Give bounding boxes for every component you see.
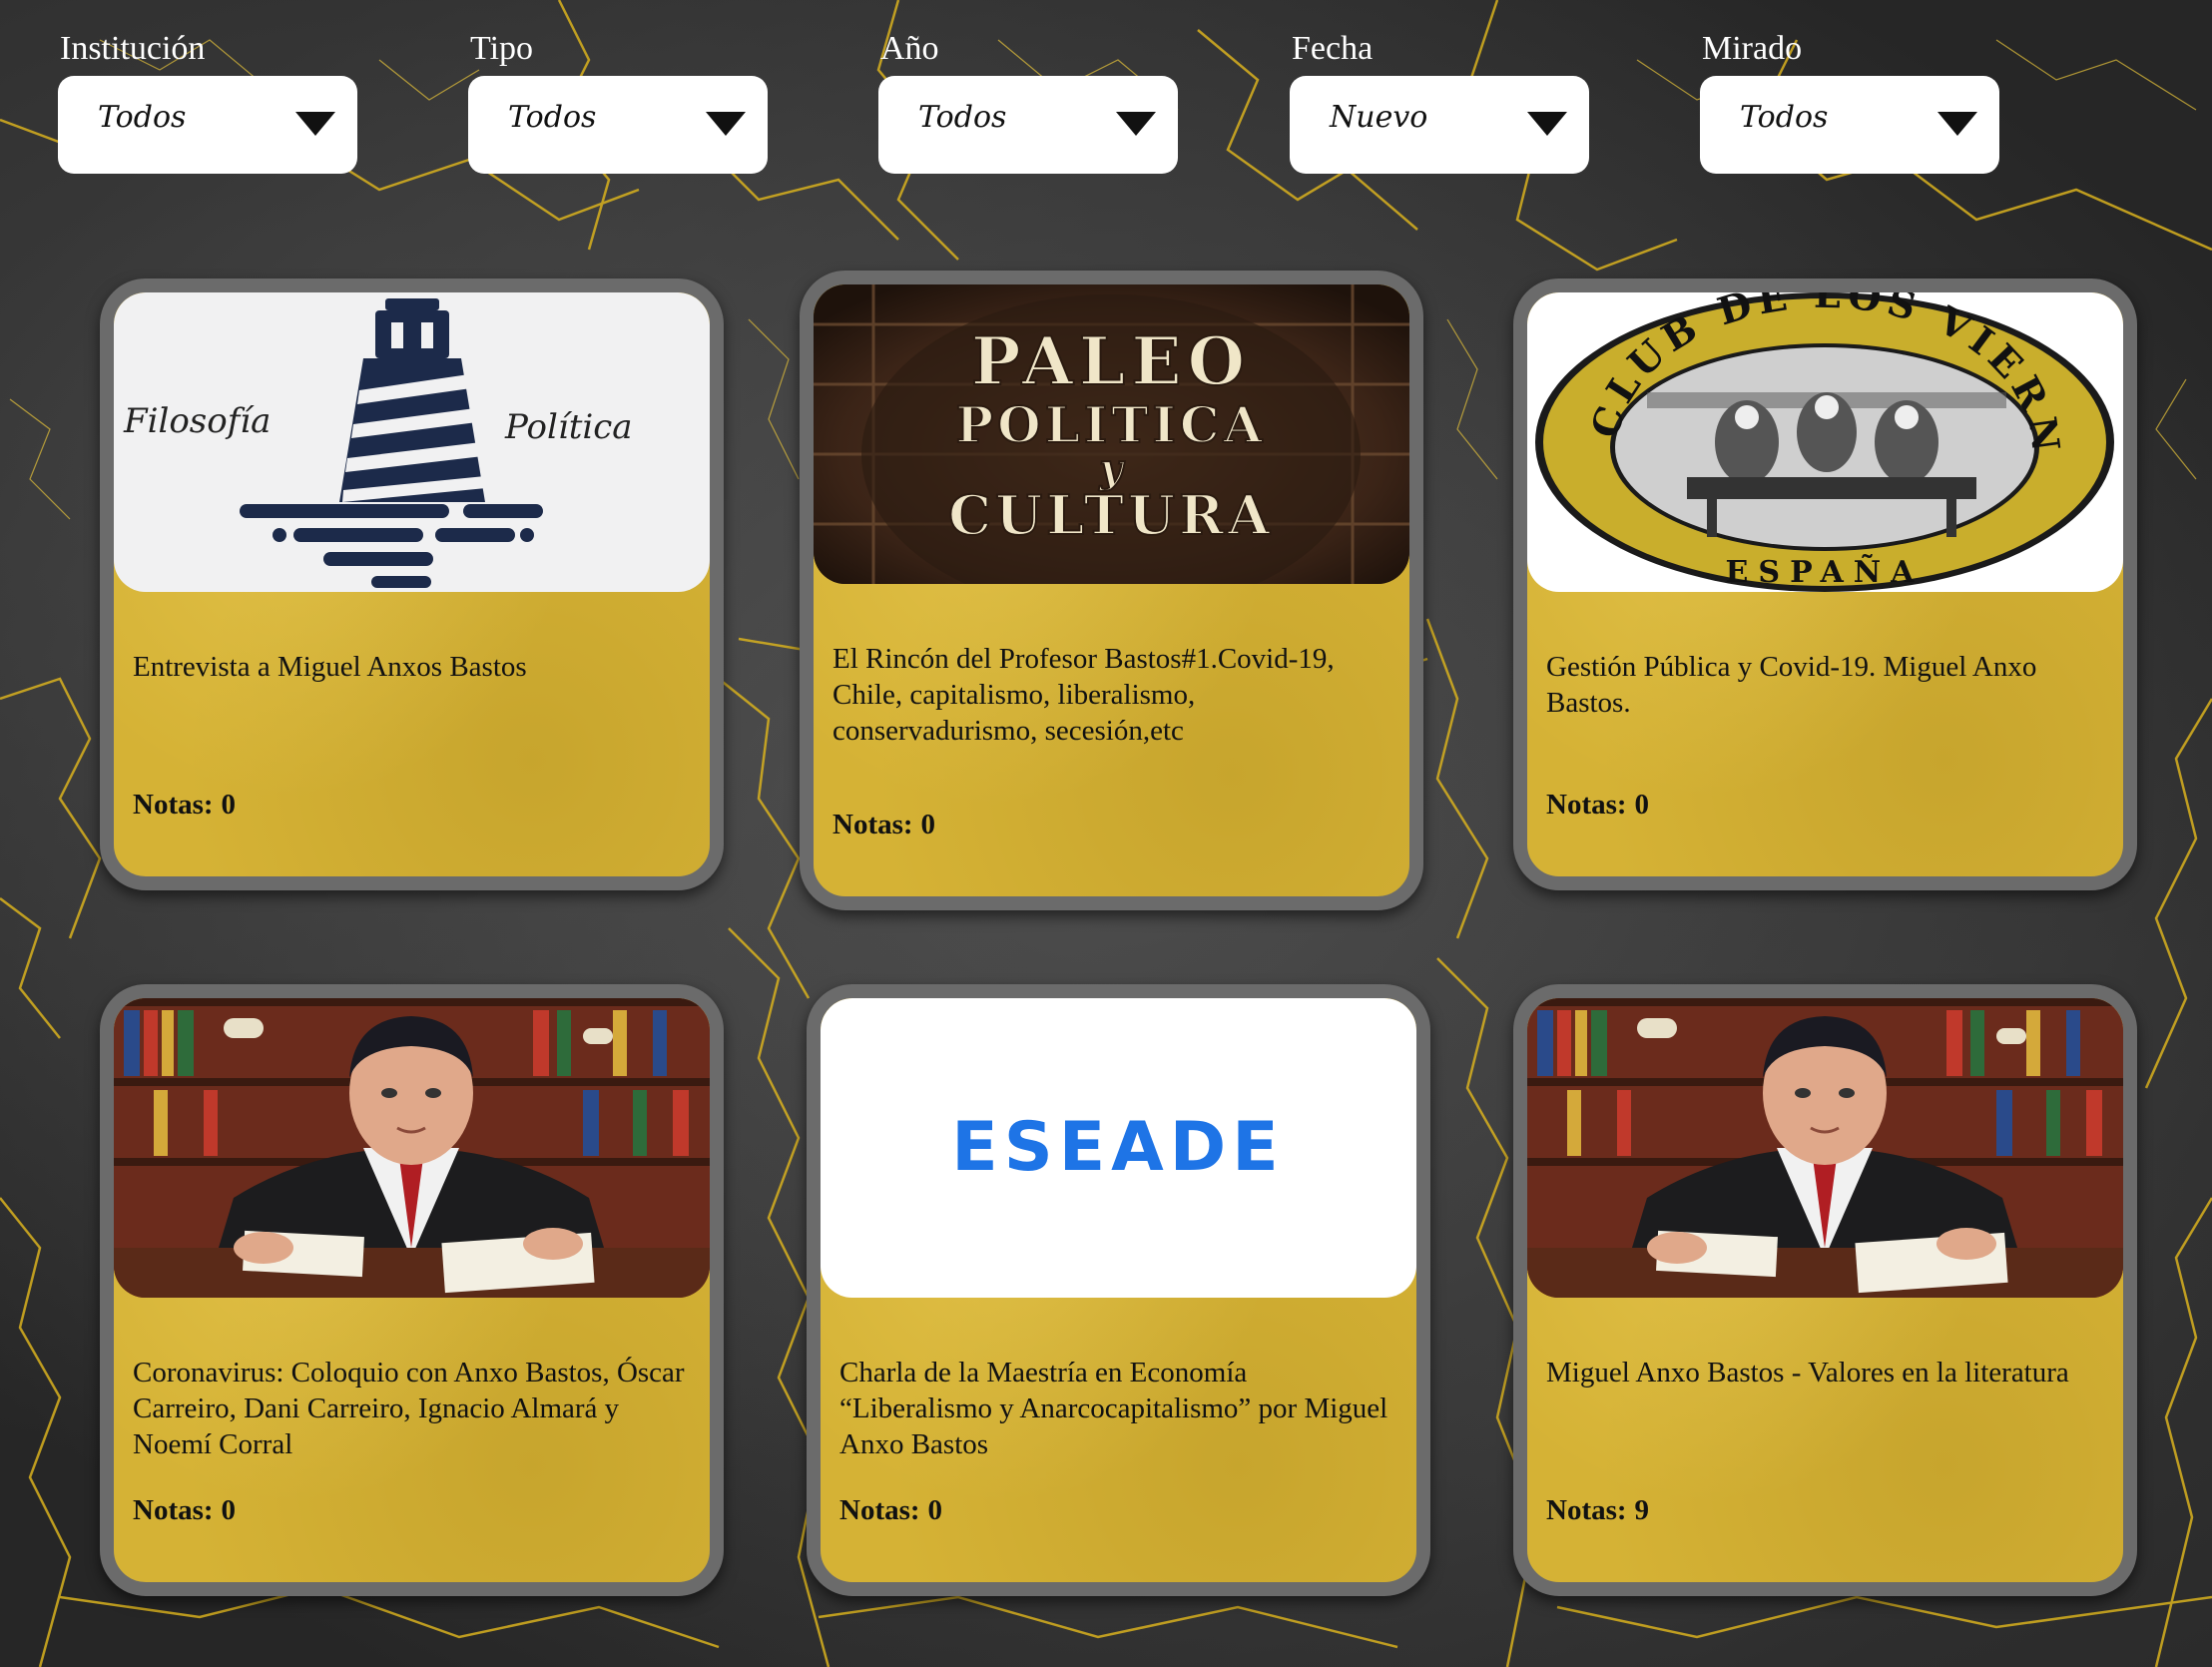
chevron-down-icon [295, 112, 335, 136]
paleo-line-1: PALEO [971, 322, 1251, 400]
card-title: Coronavirus: Coloquio con Anxo Bastos, Ó… [133, 1357, 685, 1460]
card-notes: Notas: 0 [133, 789, 236, 822]
notes-count: 0 [221, 1494, 237, 1526]
card-thumbnail-paleo-politica: PALEO POLITICA y CULTURA [814, 284, 1409, 584]
notes-count: 0 [920, 809, 936, 840]
card-notes: Notas: 0 [1546, 789, 1649, 822]
notes-count: 9 [1634, 1494, 1650, 1526]
ano-select-value: Todos [918, 100, 1007, 135]
tipo-select-value: Todos [508, 100, 597, 135]
filter-fecha: Fecha Nuevo [1290, 28, 1589, 174]
card-title: Miguel Anxo Bastos - Valores en la liter… [1546, 1357, 2069, 1389]
portrait-painting [114, 998, 710, 1298]
chevron-down-icon [1937, 112, 1977, 136]
seal-bottom-text: ESPAÑA [1726, 554, 1925, 590]
ano-select[interactable]: Todos [878, 76, 1178, 174]
notes-count: 0 [927, 1494, 943, 1526]
portrait-painting [1527, 998, 2123, 1298]
fecha-select[interactable]: Nuevo [1290, 76, 1589, 174]
card-thumbnail-filosofia-politica: Filosofía Política [114, 292, 710, 592]
card-thumbnail-portrait [114, 998, 710, 1298]
filter-ano: Año Todos [878, 28, 1178, 174]
institucion-select[interactable]: Todos [58, 76, 357, 174]
card-notes: Notas: 0 [839, 1494, 942, 1527]
tipo-select[interactable]: Todos [468, 76, 768, 174]
chevron-down-icon [706, 112, 746, 136]
filter-label-institucion: Institución [60, 30, 206, 67]
card-title: El Rincón del Profesor Bastos#1.Covid-19… [832, 643, 1335, 747]
filter-mirado: Mirado Todos [1700, 28, 1999, 174]
video-card[interactable]: PALEO POLITICA y CULTURA El Rincón del P… [800, 271, 1423, 910]
mirado-select[interactable]: Todos [1700, 76, 1999, 174]
lighthouse-logo-right-text: Política [504, 407, 633, 447]
card-thumbnail-club-viernes: EL CLUB DE LOS VIERNES ESPAÑA [1527, 292, 2123, 592]
filter-label-fecha: Fecha [1292, 30, 1374, 67]
filter-label-tipo: Tipo [470, 30, 534, 67]
institucion-select-value: Todos [98, 100, 187, 135]
lighthouse-logo: Filosofía Política [123, 298, 633, 588]
fecha-select-value: Nuevo [1330, 100, 1428, 135]
eseade-logo-text: ESEADE [951, 1108, 1284, 1187]
chevron-down-icon [1116, 112, 1156, 136]
card-notes: Notas: 0 [832, 809, 935, 841]
video-card[interactable]: Coronavirus: Coloquio con Anxo Bastos, Ó… [100, 984, 724, 1596]
card-notes: Notas: 9 [1546, 1494, 1649, 1527]
paleo-logo: PALEO POLITICA y CULTURA [814, 284, 1409, 584]
club-seal-logo: EL CLUB DE LOS VIERNES ESPAÑA [1527, 292, 2114, 592]
mirado-select-value: Todos [1740, 100, 1829, 135]
video-card[interactable]: ESEADE Charla de la Maestría en Economía… [807, 984, 1430, 1596]
notes-label: Notas: [133, 789, 214, 821]
filter-institucion: Institución Todos [58, 28, 357, 174]
card-thumbnail-eseade: ESEADE [821, 998, 1416, 1298]
video-card[interactable]: EL CLUB DE LOS VIERNES ESPAÑA Gestión Pú… [1513, 278, 2137, 890]
card-thumbnail-portrait [1527, 998, 2123, 1298]
filter-label-mirado: Mirado [1702, 30, 1803, 67]
notes-label: Notas: [1546, 789, 1627, 821]
notes-label: Notas: [1546, 1494, 1627, 1526]
card-notes: Notas: 0 [133, 1494, 236, 1527]
paleo-line-4: CULTURA [948, 483, 1274, 547]
notes-count: 0 [221, 789, 237, 821]
filter-tipo: Tipo Todos [468, 28, 768, 174]
chevron-down-icon [1527, 112, 1567, 136]
video-card[interactable]: Filosofía Política Entrevista a Miguel A… [100, 278, 724, 890]
notes-label: Notas: [133, 1494, 214, 1526]
notes-label: Notas: [839, 1494, 920, 1526]
card-title: Entrevista a Miguel Anxos Bastos [133, 651, 527, 683]
card-title: Charla de la Maestría en Economía “Liber… [839, 1357, 1388, 1460]
filter-label-ano: Año [880, 30, 939, 67]
notes-label: Notas: [832, 809, 913, 840]
notes-count: 0 [1634, 789, 1650, 821]
video-card[interactable]: Miguel Anxo Bastos - Valores en la liter… [1513, 984, 2137, 1596]
eseade-logo: ESEADE [951, 1108, 1284, 1187]
card-title: Gestión Pública y Covid-19. Miguel Anxo … [1546, 651, 2037, 719]
lighthouse-logo-left-text: Filosofía [123, 401, 271, 441]
